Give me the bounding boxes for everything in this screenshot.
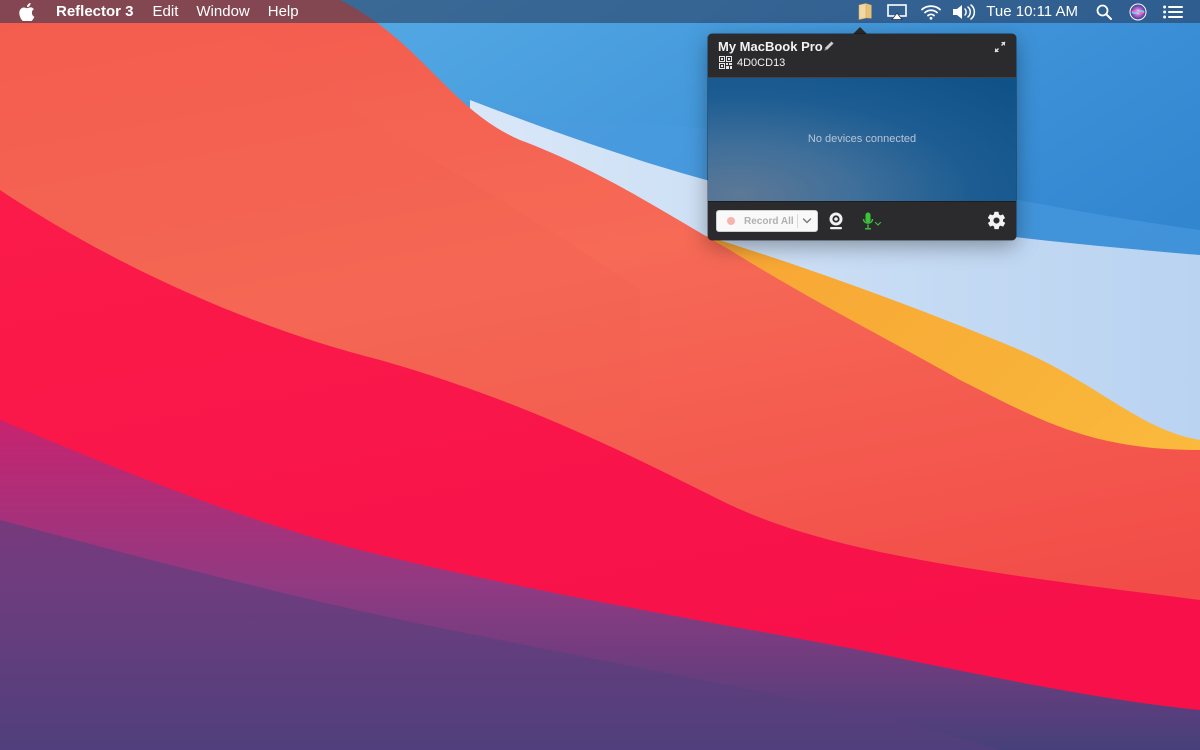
popover-header: My MacBook Pro 4D0CD13 xyxy=(708,34,1016,76)
gear-icon[interactable] xyxy=(986,210,1007,231)
webcam-icon[interactable] xyxy=(828,212,844,230)
no-devices-message: No devices connected xyxy=(807,133,917,145)
reflector-popover: My MacBook Pro 4D0CD13 No devices connec… xyxy=(708,34,1016,240)
menu-bar-left: Reflector 3 Edit Window Help xyxy=(0,0,308,23)
desktop-wallpaper xyxy=(0,0,1200,750)
wifi-icon[interactable] xyxy=(920,0,942,23)
microphone-icon[interactable] xyxy=(861,212,883,230)
menu-help[interactable]: Help xyxy=(259,0,308,23)
device-name[interactable]: My MacBook Pro xyxy=(718,39,823,54)
record-button-divider xyxy=(797,214,798,228)
reflector-status-icon[interactable] xyxy=(854,0,876,23)
airplay-icon[interactable] xyxy=(886,0,908,23)
device-connection-code: 4D0CD13 xyxy=(737,57,786,69)
app-menu-reflector[interactable]: Reflector 3 xyxy=(56,0,144,23)
desktop: Reflector 3 Edit Window Help Tue 10:11 A… xyxy=(0,0,1200,750)
menu-edit[interactable]: Edit xyxy=(144,0,188,23)
device-preview-area: No devices connected xyxy=(708,77,1016,202)
chevron-down-icon[interactable] xyxy=(802,217,812,225)
expand-window-icon[interactable] xyxy=(994,41,1006,53)
record-dot-icon xyxy=(727,217,735,225)
record-all-button[interactable]: Record All xyxy=(716,210,818,232)
control-center-icon[interactable] xyxy=(1162,0,1184,23)
record-all-label: Record All xyxy=(744,215,794,227)
siri-icon[interactable] xyxy=(1128,0,1148,23)
pencil-edit-icon[interactable] xyxy=(823,40,835,52)
menu-bar-clock[interactable]: Tue 10:11 AM xyxy=(986,0,1078,23)
volume-icon[interactable] xyxy=(952,0,976,23)
qr-code-icon[interactable] xyxy=(719,56,732,69)
menu-bar-status-area: Tue 10:11 AM xyxy=(854,0,1200,23)
popover-toolbar: Record All xyxy=(708,201,1016,240)
apple-menu-icon[interactable] xyxy=(18,2,36,22)
menu-window[interactable]: Window xyxy=(187,0,258,23)
search-icon[interactable] xyxy=(1094,0,1114,23)
menu-bar: Reflector 3 Edit Window Help Tue 10:11 A… xyxy=(0,0,1200,23)
